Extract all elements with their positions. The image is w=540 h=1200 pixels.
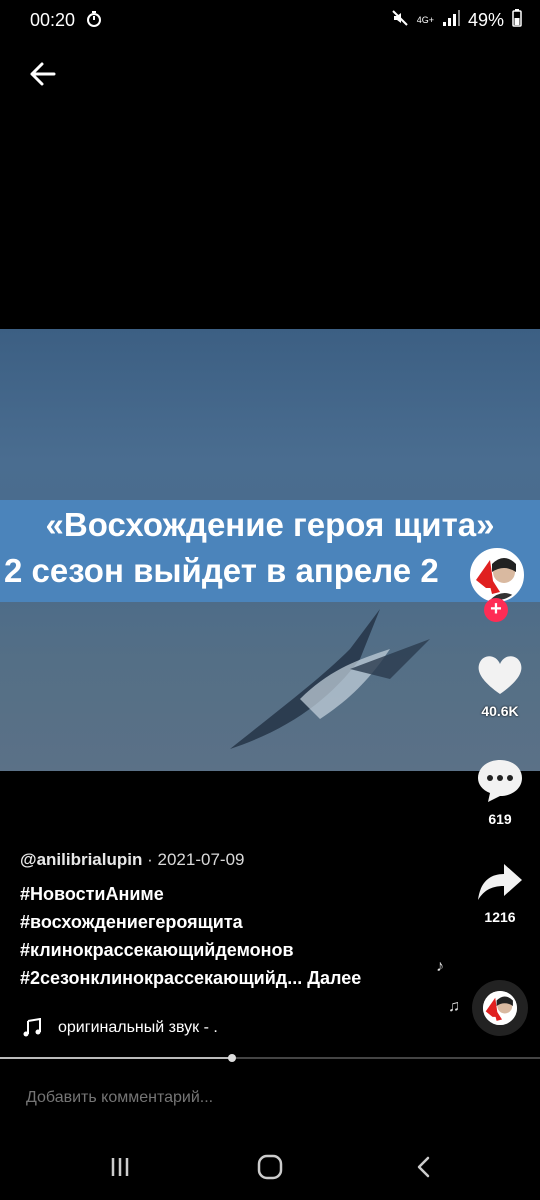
chevron-left-icon: [417, 1156, 430, 1178]
like-count: 40.6K: [481, 703, 519, 719]
signal-icon: [442, 10, 460, 31]
hashtag-4[interactable]: #2сезонклинокрассекающийд...: [20, 968, 302, 988]
music-disc[interactable]: [472, 980, 528, 1036]
arrow-left-icon: [30, 62, 56, 86]
hashtag-1[interactable]: #НовостиАниме: [20, 880, 460, 908]
battery-icon: [512, 9, 522, 32]
status-time: 00:20: [30, 10, 76, 30]
sound-name: оригинальный звук - .: [58, 1019, 218, 1036]
system-back-button[interactable]: [404, 1152, 444, 1182]
comment-button[interactable]: 619: [472, 758, 528, 827]
author-handle[interactable]: @anilibrialupin: [20, 850, 142, 869]
mute-icon: [391, 9, 409, 32]
music-note-float-icon: ♪: [436, 958, 444, 975]
separator-dot: ·: [147, 850, 153, 869]
share-button[interactable]: 1216: [472, 862, 528, 925]
home-icon: [257, 1154, 283, 1180]
progress-fill: [0, 1057, 233, 1059]
progress-knob[interactable]: [228, 1054, 237, 1062]
share-count: 1216: [484, 909, 516, 925]
status-bar: 00:20 4G+ 49%: [0, 0, 540, 42]
network-type: 4G+: [416, 15, 434, 25]
creator-avatar[interactable]: [470, 548, 524, 602]
battery-percent: 49%: [467, 10, 504, 30]
hashtag-2[interactable]: #восхождениегероящита: [20, 908, 460, 936]
follow-button[interactable]: +: [484, 598, 508, 622]
sound-row[interactable]: оригинальный звук - .: [22, 1018, 218, 1038]
back-button[interactable]: [24, 56, 60, 92]
comment-bar: [0, 1068, 540, 1128]
home-button[interactable]: [250, 1152, 290, 1182]
system-nav-bar: [0, 1130, 540, 1200]
birds-illustration: [230, 609, 430, 749]
video-caption: @anilibrialupin · 2021-07-09 #НовостиАни…: [20, 850, 460, 992]
author-line: @anilibrialupin · 2021-07-09: [20, 850, 460, 870]
video-title-line2: 2 сезон выйдет в апреле 2: [4, 552, 439, 589]
like-button[interactable]: 40.6K: [472, 652, 528, 719]
share-arrow-icon: [478, 864, 522, 900]
comment-input[interactable]: [24, 1088, 235, 1108]
recent-apps-icon: [111, 1158, 129, 1176]
comment-bubble-icon: [478, 760, 522, 802]
status-right: 4G+ 49%: [391, 9, 522, 32]
hashtag-3[interactable]: #клинокрассекающийдемонов: [20, 936, 460, 964]
music-disc-avatar: [483, 991, 517, 1025]
avatar-image: [472, 550, 522, 600]
heart-icon: [478, 656, 522, 694]
music-note-float-icon-2: ♫: [448, 998, 460, 1015]
post-date: 2021-07-09: [157, 850, 245, 869]
hashtag-line-4: #2сезонклинокрассекающийд... Далее: [20, 964, 460, 992]
stopwatch-icon: [86, 10, 102, 33]
recent-apps-button[interactable]: [100, 1152, 140, 1182]
video-title-line1: «Восхождение героя щита»: [45, 506, 495, 543]
see-more-link[interactable]: Далее: [307, 968, 361, 988]
video-progress-bar[interactable]: [0, 1054, 540, 1062]
video-player[interactable]: «Восхождение героя щита» 2 сезон выйдет …: [0, 329, 540, 771]
music-note-icon: [23, 1018, 41, 1037]
comment-count: 619: [488, 811, 512, 827]
